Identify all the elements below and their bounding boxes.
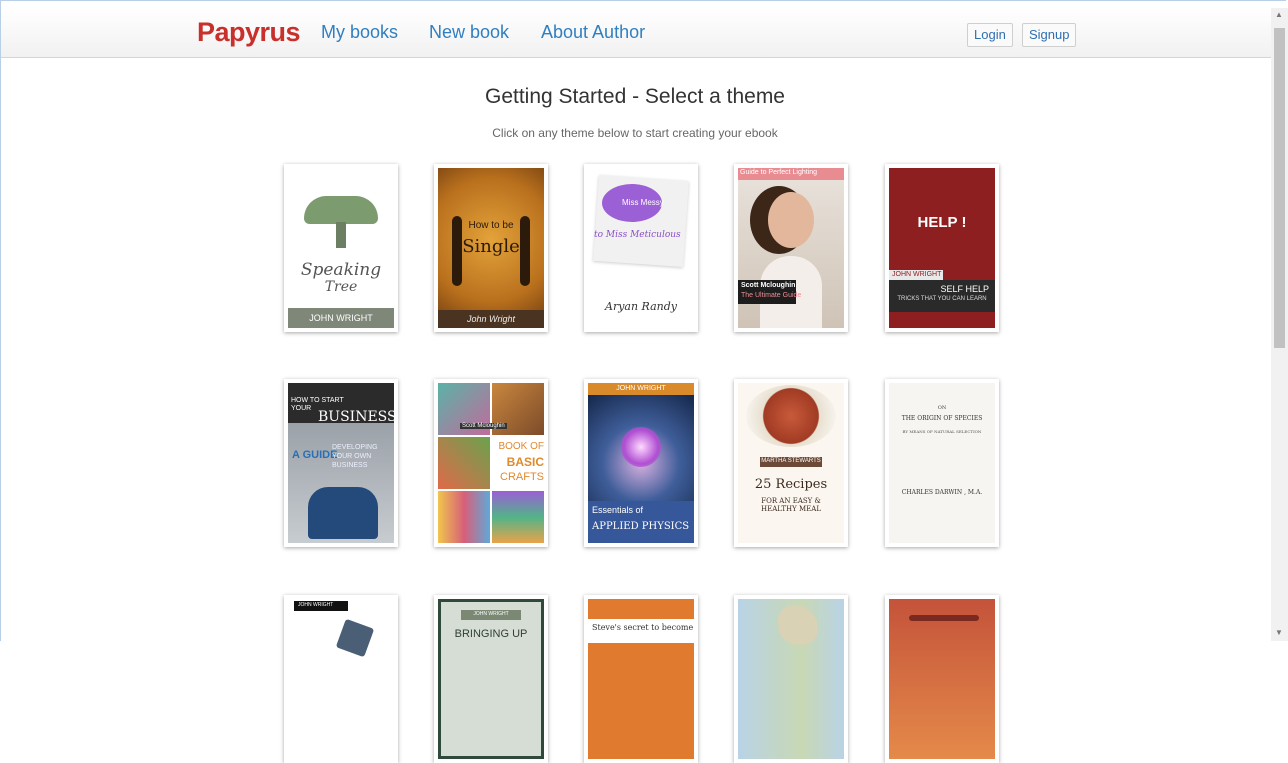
theme-card-how-to-be-single[interactable]: How to be Single John Wright [434,164,548,332]
theme-cover: Miss Messy to Miss Meticulous Aryan Rand… [588,168,694,328]
theme-cover: JOHN WRIGHT [288,599,394,759]
sunset-icon [909,615,979,621]
portrait-icon [768,192,814,248]
scrollbar-thumb[interactable] [1274,28,1285,348]
food-plate-icon [746,385,836,447]
theme-cover: MARTHA STEWARTS 25 Recipes FOR AN EASY &… [738,383,844,543]
page-title: Getting Started - Select a theme [485,85,785,108]
plasma-ball-icon [621,427,661,467]
theme-cover: Scott Mcloughin BOOK OF BASIC CRAFTS [438,383,544,543]
theme-cover [889,599,995,759]
theme-cover: Guide to Perfect Lighting Scott Mcloughi… [738,168,844,328]
theme-card-calculator[interactable]: JOHN WRIGHT [284,595,398,763]
theme-card-map[interactable] [734,595,848,763]
theme-cover: ON THE ORIGIN OF SPECIES BY MEANS OF NAT… [889,383,995,543]
chess-pieces-icon [308,487,378,539]
nav-my-books[interactable]: My books [321,22,398,43]
theme-card-self-help[interactable]: HELP ! JOHN WRIGHT SELF HELP TRICKS THAT… [885,164,999,332]
scroll-down-icon[interactable]: ▼ [1275,628,1283,637]
calculator-icon [335,618,375,658]
top-navbar: Papyrus My books New book About Author L… [1,8,1271,58]
scroll-up-icon[interactable]: ▲ [1275,10,1283,19]
theme-card-sunset[interactable] [885,595,999,763]
map-icon [778,605,818,645]
theme-cover [738,599,844,759]
theme-cover: HELP ! JOHN WRIGHT SELF HELP TRICKS THAT… [889,168,995,328]
theme-card-steves-secret[interactable]: Steve's secret to become [584,595,698,763]
nav-new-book[interactable]: New book [429,22,509,43]
theme-card-start-business[interactable]: HOW TO START YOUR BUSINESS A GUIDE DEVEL… [284,379,398,547]
theme-cover: JOHN WRIGHT BRINGING UP [438,599,544,759]
theme-card-perfect-lighting[interactable]: Guide to Perfect Lighting Scott Mcloughi… [734,164,848,332]
theme-card-basic-crafts[interactable]: Scott Mcloughin BOOK OF BASIC CRAFTS [434,379,548,547]
theme-cover: Steve's secret to become [588,599,694,759]
theme-card-applied-physics[interactable]: JOHN WRIGHT Essentials of APPLIED PHYSIC… [584,379,698,547]
theme-cover: JOHN WRIGHT Essentials of APPLIED PHYSIC… [588,383,694,543]
signup-button[interactable]: Signup [1022,23,1077,47]
brand-logo[interactable]: Papyrus [197,17,301,48]
theme-cover: Speaking Tree JOHN WRIGHT [288,168,394,328]
theme-card-25-recipes[interactable]: MARTHA STEWARTS 25 Recipes FOR AN EASY &… [734,379,848,547]
theme-card-speaking-tree[interactable]: Speaking Tree JOHN WRIGHT [284,164,398,332]
page-subtitle: Click on any theme below to start creati… [492,126,778,140]
nav-about-author[interactable]: About Author [541,22,645,43]
tree-icon [304,196,378,224]
theme-card-origin-of-species[interactable]: ON THE ORIGIN OF SPECIES BY MEANS OF NAT… [885,379,999,547]
login-button[interactable]: Login [967,23,1013,47]
vertical-scrollbar[interactable]: ▲ ▼ [1271,8,1288,641]
theme-card-bringing-up[interactable]: JOHN WRIGHT BRINGING UP [434,595,548,763]
theme-cover: How to be Single John Wright [438,168,544,328]
theme-cover: HOW TO START YOUR BUSINESS A GUIDE DEVEL… [288,383,394,543]
theme-card-miss-messy[interactable]: Miss Messy to Miss Meticulous Aryan Rand… [584,164,698,332]
tree-trunk-icon [336,222,346,248]
